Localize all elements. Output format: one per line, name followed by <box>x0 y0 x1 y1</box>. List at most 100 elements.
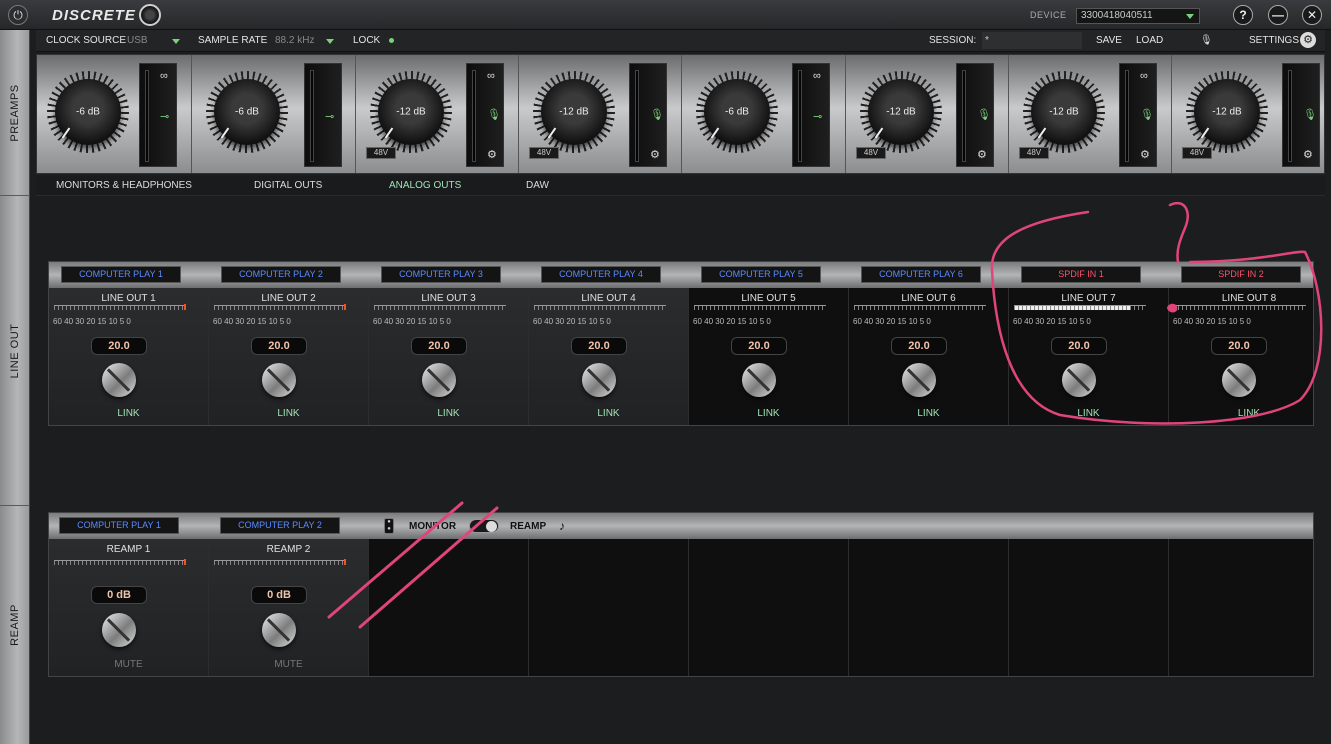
phantom-48v-button[interactable]: 48V <box>1019 147 1049 159</box>
link-button[interactable]: LINK <box>529 408 688 419</box>
link-button[interactable]: LINK <box>209 408 368 419</box>
level-value[interactable]: 20.0 <box>1051 337 1107 355</box>
mic-input-icon[interactable]: 🎙 <box>487 108 501 121</box>
mic-icon[interactable]: 🎙 <box>1200 35 1213 46</box>
line-out-5-source[interactable]: COMPUTER PLAY 5 <box>701 266 821 283</box>
level-knob[interactable] <box>102 613 136 647</box>
phantom-48v-button[interactable]: 48V <box>856 147 886 159</box>
gear-icon[interactable]: ⚙ <box>1300 32 1316 48</box>
gain-knob-scale: -12 dB <box>1186 71 1268 153</box>
channel-title: REAMP 2 <box>266 544 311 555</box>
level-knob[interactable] <box>262 613 296 647</box>
rail-reamp[interactable]: REAMP <box>0 506 30 744</box>
gain-knob[interactable]: -12 dB <box>1031 79 1097 145</box>
link-icon[interactable]: ∞ <box>160 70 168 82</box>
save-button[interactable]: SAVE <box>1096 35 1122 46</box>
tab-digital-outs[interactable]: DIGITAL OUTS <box>254 180 322 191</box>
level-value[interactable]: 0 dB <box>91 586 147 604</box>
close-button[interactable]: ✕ <box>1302 5 1322 25</box>
sample-rate-chevron-icon[interactable] <box>326 39 334 44</box>
phantom-48v-button[interactable]: 48V <box>529 147 559 159</box>
mic-input-icon[interactable]: 🎙 <box>977 108 991 121</box>
level-value[interactable]: 20.0 <box>571 337 627 355</box>
toggle-knob <box>486 521 497 532</box>
line-out-4-source[interactable]: COMPUTER PLAY 4 <box>541 266 661 283</box>
level-knob[interactable] <box>262 363 296 397</box>
mic-input-icon[interactable]: 🎙 <box>1140 108 1154 121</box>
level-knob[interactable] <box>1062 363 1096 397</box>
minimize-button[interactable]: — <box>1268 5 1288 25</box>
link-icon[interactable]: ∞ <box>813 70 821 82</box>
tab-analog-outs[interactable]: ANALOG OUTS <box>389 180 461 191</box>
clock-source-value[interactable]: USB <box>127 35 148 46</box>
level-value[interactable]: 20.0 <box>1211 337 1267 355</box>
line-out-7-source[interactable]: SPDIF IN 1 <box>1021 266 1141 283</box>
mic-input-icon[interactable]: 🎙 <box>1303 108 1317 121</box>
gain-knob[interactable]: -12 dB <box>378 79 444 145</box>
device-select[interactable]: 3300418040511 <box>1076 8 1200 24</box>
gain-knob[interactable]: -6 dB <box>704 79 770 145</box>
gain-knob[interactable]: -12 dB <box>541 79 607 145</box>
level-meter: ∞ ⊸ <box>139 63 177 167</box>
phantom-48v-button[interactable]: 48V <box>366 147 396 159</box>
settings-button[interactable]: SETTINGS <box>1249 35 1299 46</box>
level-value[interactable]: 20.0 <box>891 337 947 355</box>
link-button[interactable]: LINK <box>689 408 848 419</box>
session-input[interactable] <box>982 32 1082 49</box>
level-knob[interactable] <box>422 363 456 397</box>
link-button[interactable]: LINK <box>849 408 1008 419</box>
phantom-48v-button[interactable]: 48V <box>1182 147 1212 159</box>
gear-icon[interactable]: ⚙ <box>1140 148 1150 161</box>
line-out-3-source[interactable]: COMPUTER PLAY 3 <box>381 266 501 283</box>
mute-button[interactable]: MUTE <box>209 659 368 670</box>
level-knob[interactable] <box>582 363 616 397</box>
tab-monitors-headphones[interactable]: MONITORS & HEADPHONES <box>56 180 192 191</box>
gear-icon[interactable]: ⚙ <box>977 148 987 161</box>
reamp-1-source[interactable]: COMPUTER PLAY 1 <box>59 517 179 534</box>
channel-title: LINE OUT 8 <box>1221 293 1277 304</box>
gear-icon[interactable]: ⚙ <box>487 148 497 161</box>
link-button[interactable]: LINK <box>1169 408 1329 419</box>
link-button[interactable]: LINK <box>49 408 208 419</box>
gear-icon[interactable]: ⚙ <box>1303 148 1313 161</box>
level-knob[interactable] <box>902 363 936 397</box>
clock-source-chevron-icon[interactable] <box>172 39 180 44</box>
gear-icon[interactable]: ⚙ <box>650 148 660 161</box>
level-knob[interactable] <box>1222 363 1256 397</box>
link-icon[interactable]: ∞ <box>487 70 495 82</box>
reamp-2-source[interactable]: COMPUTER PLAY 2 <box>220 517 340 534</box>
line-out-8-source[interactable]: SPDIF IN 2 <box>1181 266 1301 283</box>
level-value[interactable]: 20.0 <box>411 337 467 355</box>
line-input-icon[interactable]: ⊸ <box>325 110 334 123</box>
line-out-channel: LINE OUT 3 60 40 30 20 15 10 5 0 20.0 LI… <box>369 288 529 425</box>
gain-knob[interactable]: -12 dB <box>1194 79 1260 145</box>
sample-rate-value[interactable]: 88.2 kHz <box>275 35 314 46</box>
line-input-icon[interactable]: ⊸ <box>160 110 169 123</box>
level-value[interactable]: 20.0 <box>731 337 787 355</box>
level-scale <box>1014 305 1146 310</box>
line-input-icon[interactable]: ⊸ <box>813 110 822 123</box>
line-out-1-source[interactable]: COMPUTER PLAY 1 <box>61 266 181 283</box>
level-knob[interactable] <box>742 363 776 397</box>
power-icon[interactable]: ⏻ <box>8 5 28 25</box>
mic-input-icon[interactable]: 🎙 <box>650 108 664 121</box>
rail-preamps[interactable]: PREAMPS <box>0 30 30 196</box>
level-value[interactable]: 20.0 <box>91 337 147 355</box>
level-knob[interactable] <box>102 363 136 397</box>
line-out-6-source[interactable]: COMPUTER PLAY 6 <box>861 266 981 283</box>
gain-knob[interactable]: -12 dB <box>868 79 934 145</box>
gain-knob[interactable]: -6 dB <box>214 79 280 145</box>
link-button[interactable]: LINK <box>369 408 528 419</box>
level-value[interactable]: 20.0 <box>251 337 307 355</box>
tab-daw[interactable]: DAW <box>526 180 549 191</box>
rail-line-out[interactable]: LINE OUT <box>0 196 30 506</box>
gain-knob[interactable]: -6 dB <box>55 79 121 145</box>
level-value[interactable]: 0 dB <box>251 586 307 604</box>
link-icon[interactable]: ∞ <box>1140 70 1148 82</box>
help-button[interactable]: ? <box>1233 5 1253 25</box>
mute-button[interactable]: MUTE <box>49 659 208 670</box>
load-button[interactable]: LOAD <box>1136 35 1163 46</box>
monitor-reamp-toggle[interactable] <box>469 519 499 533</box>
line-out-2-source[interactable]: COMPUTER PLAY 2 <box>221 266 341 283</box>
link-button[interactable]: LINK <box>1009 408 1168 419</box>
